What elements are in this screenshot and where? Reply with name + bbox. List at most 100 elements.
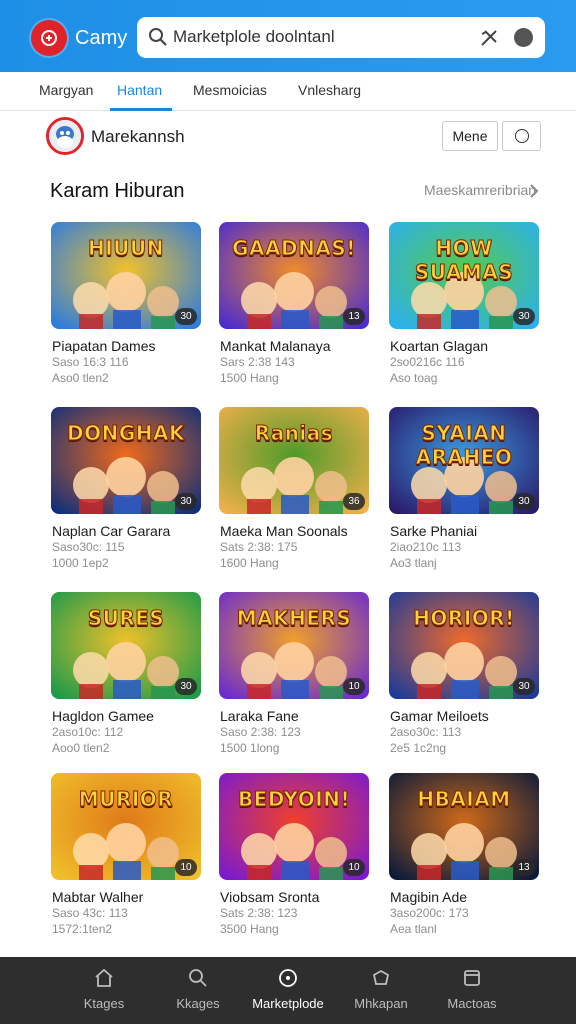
game-title[interactable]: Hagldon Gamee <box>52 708 154 724</box>
thumbnail-title: HOW SUAMAS <box>414 236 514 285</box>
game-card[interactable]: HOW SUAMAS 30 Koartan Glagan 2so0216c 116 As… <box>389 222 541 385</box>
game-title[interactable]: Mabtar Walher <box>52 889 143 905</box>
game-meta: 1600 Hang <box>220 556 279 570</box>
search-input[interactable] <box>173 26 473 48</box>
game-title[interactable]: Magibin Ade <box>390 889 467 905</box>
game-meta: Saso 16:3 116 <box>52 355 129 369</box>
game-card[interactable]: BEDYOIN! 10 Viobsam Sronta Sats 2:38: 123 35… <box>219 773 371 936</box>
game-card[interactable]: HORIOR! 30 Gamar Meiloets 2aso30c: 113 2e5 1… <box>389 592 541 755</box>
game-thumbnail[interactable]: BEDYOIN! 10 <box>219 773 369 880</box>
game-thumbnail[interactable]: MURIOR 10 <box>51 773 201 880</box>
game-thumbnail[interactable]: HBAIAM 13 <box>389 773 539 880</box>
tools-icon[interactable] <box>479 28 499 48</box>
tab-vnlesharg[interactable]: Vnlesharg <box>298 82 361 98</box>
circle-icon <box>515 129 529 143</box>
count-badge: 10 <box>175 859 197 876</box>
thumbnail-title: SURES <box>87 606 165 631</box>
count-badge: 30 <box>175 678 197 695</box>
game-card[interactable]: MAKHERS 10 Laraka Fane Saso 2:38: 123 1500 1… <box>219 592 371 755</box>
game-thumbnail[interactable]: SYAIAN ARAHEO 30 <box>389 407 539 514</box>
game-controller-icon <box>41 30 57 46</box>
game-meta: Ao3 tlanj <box>390 556 437 570</box>
game-meta: 2so0216c 116 <box>390 355 465 369</box>
game-meta: Saso30c: 115 <box>52 540 125 554</box>
tab-mesmoicias[interactable]: Mesmoicias <box>193 82 267 98</box>
game-meta: 3500 Hang <box>220 922 279 936</box>
search-bar[interactable] <box>137 17 545 58</box>
tab-hantan[interactable]: Hantan <box>117 82 162 98</box>
game-card[interactable]: SYAIAN ARAHEO 30 Sarke Phaniai 2iao210c 113… <box>389 407 541 570</box>
avatar[interactable] <box>46 117 84 155</box>
game-title[interactable]: Sarke Phaniai <box>390 523 477 539</box>
section-title: Karam Hiburan <box>50 180 185 202</box>
game-title[interactable]: Mankat Malanaya <box>220 338 331 354</box>
app-logo[interactable] <box>31 20 67 56</box>
game-meta: 1500 Hang <box>220 371 279 385</box>
game-meta: 3aso200c: 173 <box>390 906 469 920</box>
nav-item-marketplace[interactable]: Marketplode <box>238 957 338 1024</box>
game-card[interactable]: DONGHAK 30 Naplan Car Garara Saso30c: 115 10… <box>51 407 203 570</box>
gamepad-icon <box>372 969 390 985</box>
game-thumbnail[interactable]: SURES 30 <box>51 592 201 699</box>
game-card[interactable]: HIUUN 30 Piapatan Dames Saso 16:3 116 Aso0 t… <box>51 222 203 385</box>
thumbnail-title: HBAIAM <box>417 787 511 812</box>
game-title[interactable]: Viobsam Sronta <box>220 889 319 905</box>
compass-icon <box>279 969 297 987</box>
nav-item-library[interactable]: Mactoas <box>422 957 522 1024</box>
chevron-right-icon[interactable] <box>529 184 539 198</box>
game-title[interactable]: Piapatan Dames <box>52 338 156 354</box>
thumbnail-title: HIUUN <box>88 236 164 261</box>
nav-item-home[interactable]: Ktages <box>54 957 154 1024</box>
count-badge: 30 <box>175 308 197 325</box>
nav-label: Marketplode <box>252 996 324 1011</box>
count-badge: 30 <box>513 678 535 695</box>
game-title[interactable]: Naplan Car Garara <box>52 523 170 539</box>
count-badge: 36 <box>343 493 365 510</box>
profile-name: Marekannsh <box>91 127 185 146</box>
game-card[interactable]: MURIOR 10 Mabtar Walher Saso 43c: 113 1572:1… <box>51 773 203 936</box>
thumbnail-title: Ranias <box>254 421 334 446</box>
game-meta: Sats 2:38: 123 <box>220 906 298 920</box>
profile-mascot-icon <box>49 120 81 152</box>
nav-label: Mactoas <box>447 996 497 1011</box>
game-meta: Aso0 tlen2 <box>52 371 109 385</box>
tab-margyan[interactable]: Margyan <box>39 82 93 98</box>
app-name: Camy <box>75 27 128 49</box>
game-title[interactable]: Koartan Glagan <box>390 338 488 354</box>
game-thumbnail[interactable]: GAADNAS! 13 <box>219 222 369 329</box>
game-card[interactable]: SURES 30 Hagldon Gamee 2aso10c: 112 Aoo0 tle… <box>51 592 203 755</box>
active-tab-indicator <box>110 108 172 111</box>
game-card[interactable]: HBAIAM 13 Magibin Ade 3aso200c: 173 Aea tlan… <box>389 773 541 936</box>
game-meta: Sars 2:38 143 <box>220 355 295 369</box>
game-thumbnail[interactable]: DONGHAK 30 <box>51 407 201 514</box>
game-meta: 1500 1long <box>220 741 280 755</box>
options-button[interactable] <box>502 121 541 151</box>
count-badge: 13 <box>343 308 365 325</box>
game-thumbnail[interactable]: Ranias 36 <box>219 407 369 514</box>
game-title[interactable]: Gamar Meiloets <box>390 708 489 724</box>
game-title[interactable]: Maeka Man Soonals <box>220 523 348 539</box>
account-icon[interactable] <box>514 28 533 47</box>
game-card[interactable]: Ranias 36 Maeka Man Soonals Sats 2:38: 175 1… <box>219 407 371 570</box>
game-thumbnail[interactable]: HOW SUAMAS 30 <box>389 222 539 329</box>
game-meta: Aea tlanl <box>390 922 437 936</box>
game-meta: Sats 2:38: 175 <box>220 540 298 554</box>
nav-item-games[interactable]: Mhkapan <box>331 957 431 1024</box>
game-title[interactable]: Laraka Fane <box>220 708 299 724</box>
count-badge: 30 <box>513 308 535 325</box>
thumbnail-title: MAKHERS <box>236 606 352 631</box>
nav-label: Kkages <box>176 996 220 1011</box>
game-card[interactable]: GAADNAS! 13 Mankat Malanaya Sars 2:38 143 15… <box>219 222 371 385</box>
game-thumbnail[interactable]: HORIOR! 30 <box>389 592 539 699</box>
count-badge: 10 <box>343 678 365 695</box>
game-meta: Aoo0 tlen2 <box>52 741 110 755</box>
nav-item-search[interactable]: Kkages <box>148 957 248 1024</box>
see-all-link[interactable]: Maeskamreribrian <box>424 182 536 198</box>
count-badge: 13 <box>513 859 535 876</box>
game-meta: Saso 2:38: 123 <box>220 725 301 739</box>
thumbnail-title: MURIOR <box>78 787 174 812</box>
game-thumbnail[interactable]: HIUUN 30 <box>51 222 201 329</box>
more-button[interactable]: Mene <box>442 121 498 151</box>
game-meta: Aso toag <box>390 371 438 385</box>
game-thumbnail[interactable]: MAKHERS 10 <box>219 592 369 699</box>
